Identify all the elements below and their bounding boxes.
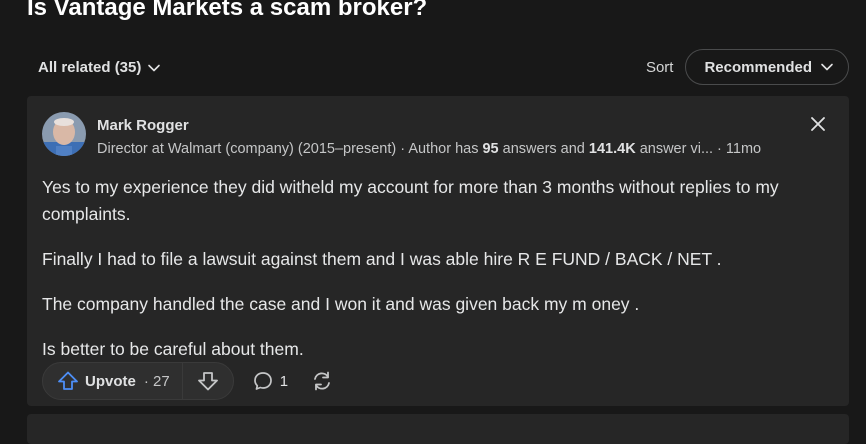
- author-name[interactable]: Mark Rogger: [97, 117, 189, 134]
- author-credential: Director at Walmart (company) (2015–pres…: [97, 141, 761, 157]
- answer-count: 95: [482, 141, 499, 157]
- arrow-up-icon: [58, 371, 78, 390]
- all-related-label: All related (35): [38, 59, 142, 76]
- close-button[interactable]: [809, 115, 827, 133]
- sort-area: Sort Recommended: [646, 49, 849, 85]
- answer-age[interactable]: · 11mo: [713, 141, 761, 157]
- answer-paragraph: Is better to be careful about them.: [42, 339, 304, 359]
- sort-dropdown[interactable]: Recommended: [685, 49, 849, 85]
- close-icon: [811, 117, 825, 131]
- downvote-button[interactable]: [183, 363, 233, 399]
- comment-button[interactable]: 1: [252, 370, 288, 392]
- chevron-down-icon: [148, 64, 161, 71]
- answer-body: Yes to my experience they did witheld my…: [42, 174, 832, 381]
- answer-card: Mark Rogger Director at Walmart (company…: [27, 96, 849, 406]
- answer-paragraph: Yes to my experience they did witheld my…: [42, 177, 779, 224]
- vote-pill: Upvote · 27: [42, 362, 234, 400]
- avatar[interactable]: [42, 112, 86, 156]
- chevron-down-icon: [821, 63, 833, 71]
- upvote-count: · 27: [144, 373, 170, 390]
- credential-mid: answers and: [498, 141, 589, 157]
- comment-bubble-icon: [253, 372, 272, 390]
- arrow-down-icon: [197, 372, 218, 391]
- upvote-separator: ·: [143, 372, 154, 390]
- share-cycle-icon: [314, 371, 330, 391]
- upvote-count-value: 27: [153, 372, 170, 390]
- answer-paragraph: The company handled the case and I won i…: [42, 294, 640, 314]
- share-button[interactable]: [310, 369, 334, 393]
- view-count: 141.4K: [588, 141, 636, 157]
- avatar-image: [42, 112, 86, 156]
- credential-suffix: answer vi...: [635, 141, 714, 157]
- answer-paragraph: Finally I had to file a lawsuit against …: [42, 249, 722, 269]
- credential-prefix: Director at Walmart (company) (2015–pres…: [97, 141, 483, 157]
- all-related-dropdown[interactable]: All related (35): [38, 59, 161, 76]
- question-title[interactable]: Is Vantage Markets a scam broker?: [27, 0, 427, 22]
- action-bar: Upvote · 27 1: [42, 362, 334, 400]
- comment-count: 1: [279, 372, 289, 390]
- next-answer-card: [27, 414, 849, 444]
- upvote-label: Upvote: [85, 372, 136, 390]
- upvote-button[interactable]: Upvote · 27: [43, 363, 183, 399]
- sort-label: Sort: [645, 58, 674, 76]
- sort-selected-value: Recommended: [704, 58, 812, 76]
